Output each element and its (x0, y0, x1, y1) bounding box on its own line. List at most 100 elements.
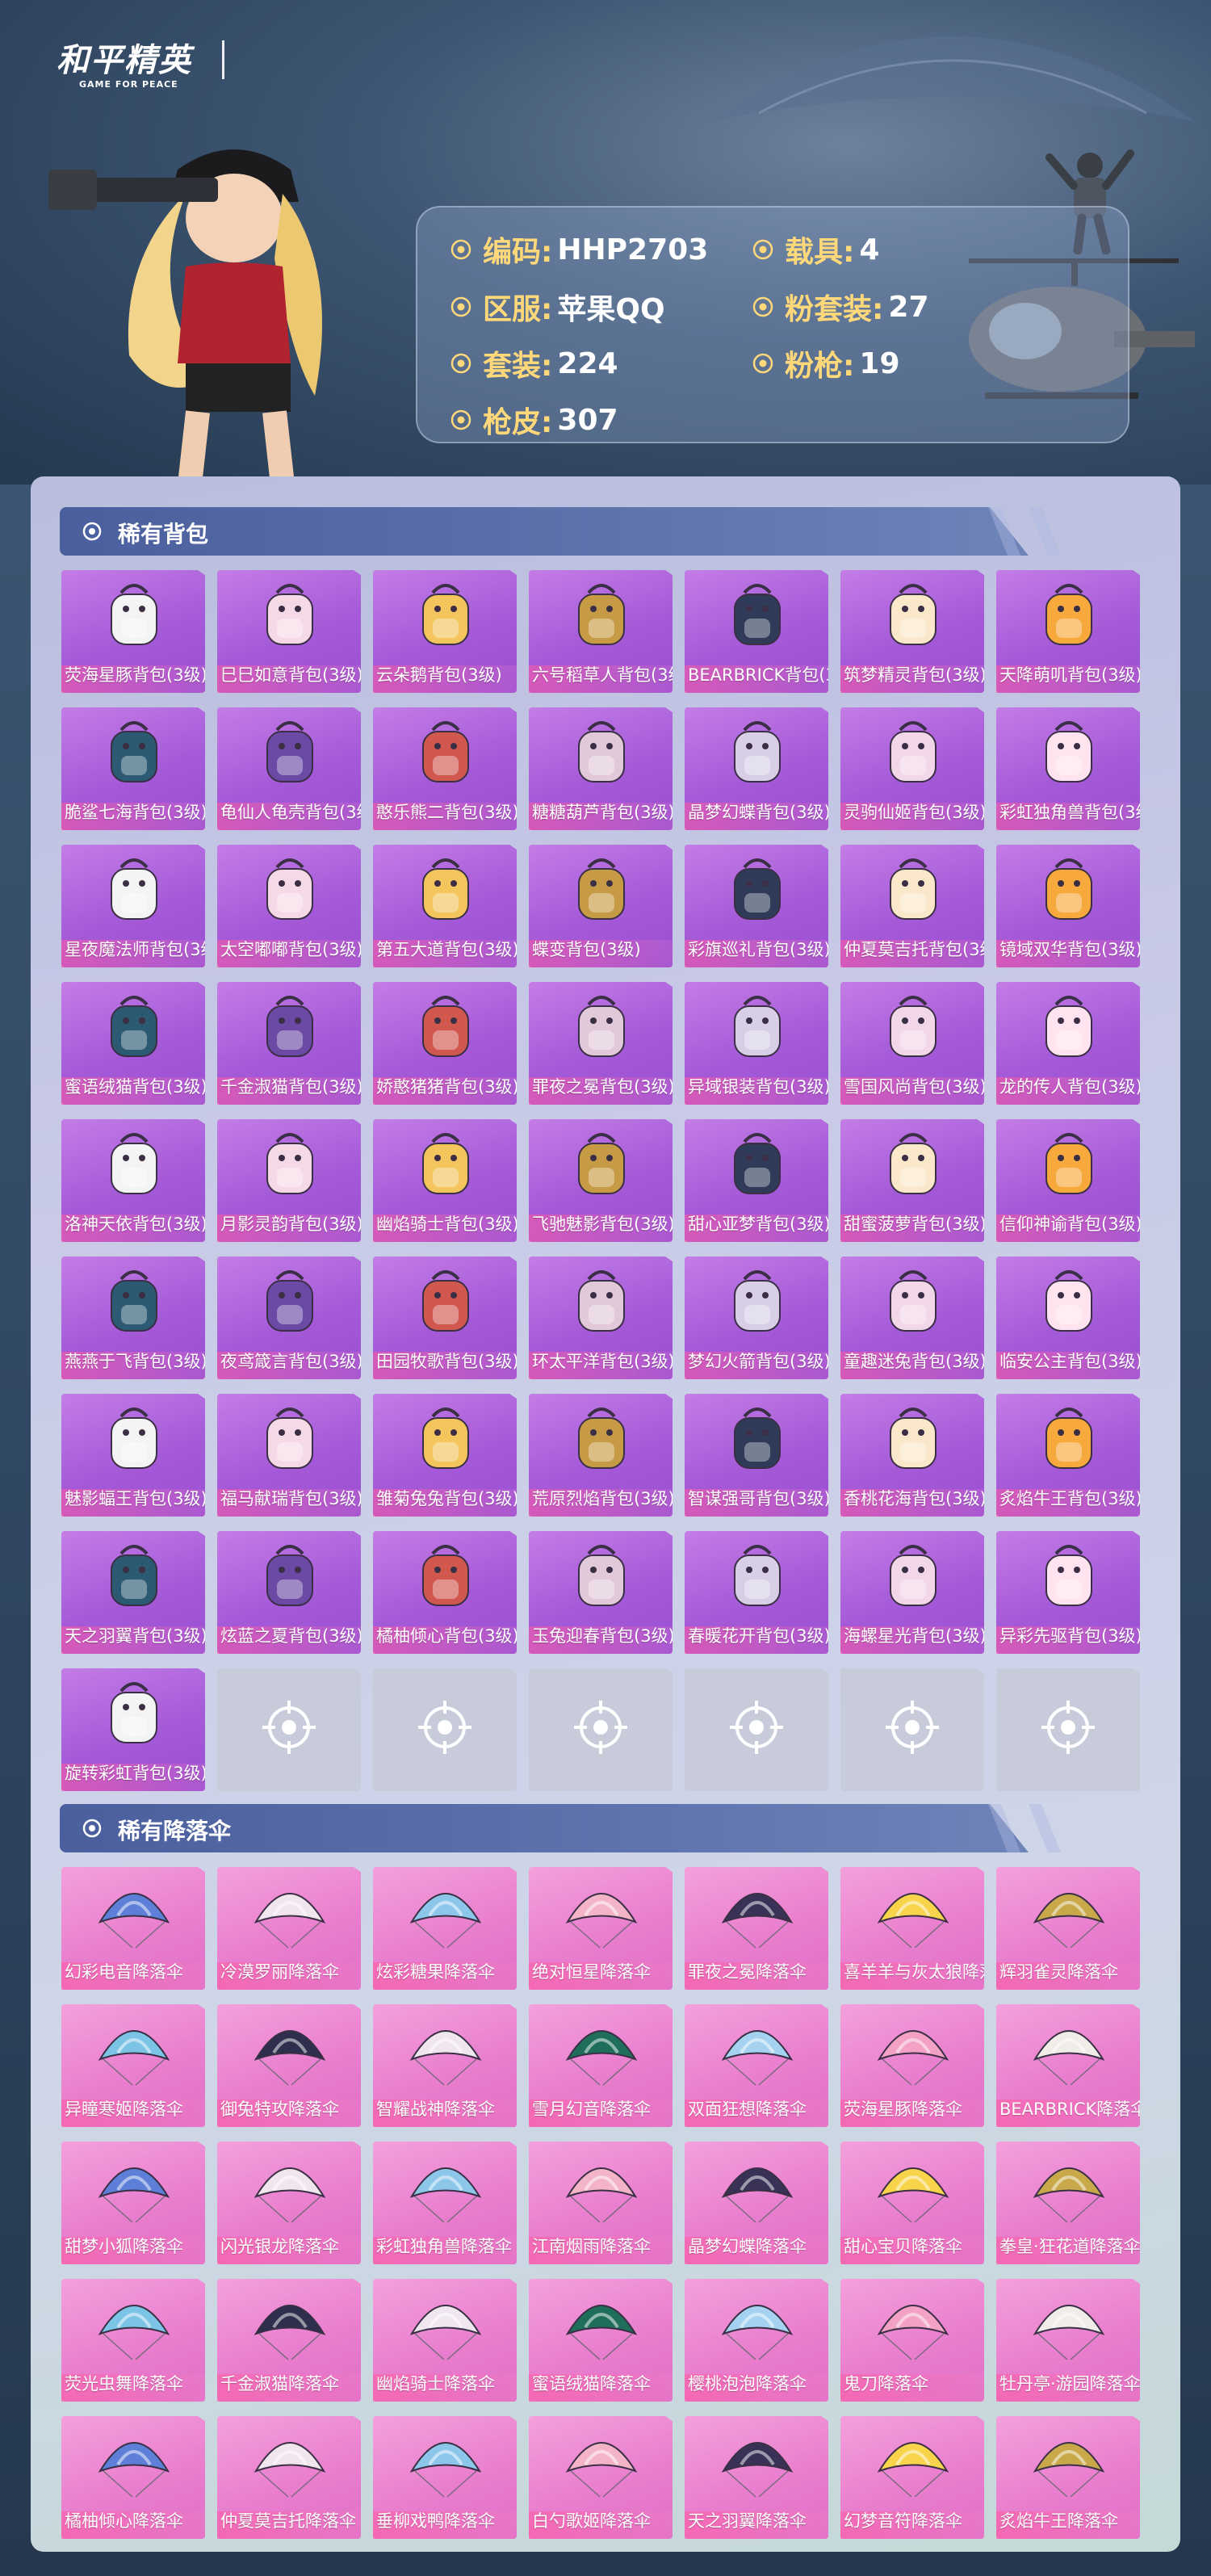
backpack-item[interactable]: 春暖花开背包(3级) (685, 1531, 828, 1654)
backpack-item[interactable]: 晶梦幻蝶背包(3级) (685, 707, 828, 830)
backpack-item[interactable]: 六号稻草人背包(3级) (529, 570, 673, 693)
parachute-item[interactable]: 牡丹亭·游园降落伞 (996, 2279, 1140, 2402)
backpack-item[interactable]: 天降萌叽背包(3级) (996, 570, 1140, 693)
parachute-item[interactable]: 仲夏莫吉托降落伞 (217, 2416, 361, 2539)
parachute-item[interactable]: 智耀战神降落伞 (373, 2004, 517, 2127)
backpack-item[interactable]: 炙焰牛王背包(3级) (996, 1394, 1140, 1517)
backpack-item[interactable]: 环太平洋背包(3级) (529, 1257, 673, 1379)
backpack-item[interactable]: 夜鸢箴言背包(3级) (217, 1257, 361, 1379)
backpack-item[interactable]: BEARBRICK背包(3级) (685, 570, 828, 693)
backpack-item[interactable]: 彩虹独角兽背包(3级) (996, 707, 1140, 830)
parachute-item[interactable]: 幻梦音符降落伞 (840, 2416, 984, 2539)
backpack-item[interactable]: 娇憨猪猪背包(3级) (373, 982, 517, 1105)
parachute-item[interactable]: 彩虹独角兽降落伞 (373, 2142, 517, 2264)
parachute-item[interactable]: 炫彩糖果降落伞 (373, 1867, 517, 1990)
parachute-item[interactable]: 双面狂想降落伞 (685, 2004, 828, 2127)
parachute-item[interactable]: 江南烟雨降落伞 (529, 2142, 673, 2264)
parachute-item[interactable]: 雪月幻音降落伞 (529, 2004, 673, 2127)
backpack-item[interactable]: 云朵鹅背包(3级) (373, 570, 517, 693)
backpack-item[interactable]: 脆鲨七海背包(3级) (61, 707, 205, 830)
backpack-item[interactable]: 智谋强哥背包(3级) (685, 1394, 828, 1517)
backpack-item[interactable]: 糖糖葫芦背包(3级) (529, 707, 673, 830)
backpack-item[interactable]: 童趣迷兔背包(3级) (840, 1257, 984, 1379)
backpack-item[interactable]: 彩旗巡礼背包(3级) (685, 845, 828, 967)
backpack-item[interactable]: 福马献瑞背包(3级) (217, 1394, 361, 1517)
parachute-item[interactable]: 炙焰牛王降落伞 (996, 2416, 1140, 2539)
backpack-item[interactable]: 蜜语绒猫背包(3级) (61, 982, 205, 1105)
backpack-item[interactable]: 洛神天依背包(3级) (61, 1119, 205, 1242)
parachute-item[interactable]: 冷漠罗丽降落伞 (217, 1867, 361, 1990)
parachute-item[interactable]: 蜜语绒猫降落伞 (529, 2279, 673, 2402)
backpack-item[interactable]: 炫蓝之夏背包(3级) (217, 1531, 361, 1654)
backpack-item[interactable]: 信仰神谕背包(3级) (996, 1119, 1140, 1242)
parachute-item[interactable]: 喜羊羊与灰太狼降落伞 (840, 1867, 984, 1990)
backpack-icon (111, 1270, 157, 1332)
backpack-item[interactable]: 仲夏莫吉托背包(3级) (840, 845, 984, 967)
crosshair-icon (886, 1701, 939, 1754)
backpack-item[interactable]: 橘柚倾心背包(3级) (373, 1531, 517, 1654)
parachute-item[interactable]: 樱桃泡泡降落伞 (685, 2279, 828, 2402)
backpack-item[interactable]: 临安公主背包(3级) (996, 1257, 1140, 1379)
parachute-item[interactable]: 白勺歌姬降落伞 (529, 2416, 673, 2539)
parachute-item[interactable]: 荧光虫舞降落伞 (61, 2279, 205, 2402)
backpack-item[interactable]: 异域银装背包(3级) (685, 982, 828, 1105)
backpack-item[interactable]: 荧海星豚背包(3级) (61, 570, 205, 693)
info-value: 224 (557, 346, 618, 380)
backpack-item[interactable]: 香桃花海背包(3级) (840, 1394, 984, 1517)
backpack-item[interactable]: 魅影蝠王背包(3级) (61, 1394, 205, 1517)
backpack-item[interactable]: 旋转彩虹背包(3级) (61, 1668, 205, 1791)
backpack-item[interactable]: 憨乐熊二背包(3级) (373, 707, 517, 830)
backpack-item[interactable]: 龙的传人背包(3级) (996, 982, 1140, 1105)
parachute-item[interactable]: 绝对恒星降落伞 (529, 1867, 673, 1990)
backpack-item[interactable]: 太空嘟嘟背包(3级) (217, 845, 361, 967)
parachute-item[interactable]: 千金淑猫降落伞 (217, 2279, 361, 2402)
backpack-item[interactable]: 天之羽翼背包(3级) (61, 1531, 205, 1654)
parachute-item[interactable]: 闪光银龙降落伞 (217, 2142, 361, 2264)
item-name: 鬼刀降落伞 (844, 2374, 928, 2393)
parachute-item[interactable]: 御兔特攻降落伞 (217, 2004, 361, 2127)
backpack-item[interactable]: 甜蜜菠萝背包(3级) (840, 1119, 984, 1242)
item-name: 荧海星豚降落伞 (844, 2100, 962, 2119)
backpack-item[interactable]: 灵驹仙姬背包(3级) (840, 707, 984, 830)
backpack-item[interactable]: 玉兔迎春背包(3级) (529, 1531, 673, 1654)
parachute-item[interactable]: 罪夜之冕降落伞 (685, 1867, 828, 1990)
backpack-item[interactable]: 梦幻火箭背包(3级) (685, 1257, 828, 1379)
backpack-item[interactable]: 荒原烈焰背包(3级) (529, 1394, 673, 1517)
parachute-item[interactable]: 垂柳戏鸭降落伞 (373, 2416, 517, 2539)
backpack-item[interactable]: 星夜魔法师背包(3级) (61, 845, 205, 967)
parachute-item[interactable]: 荧海星豚降落伞 (840, 2004, 984, 2127)
parachute-item[interactable]: 幻彩电音降落伞 (61, 1867, 205, 1990)
backpack-item[interactable]: 雪国风尚背包(3级) (840, 982, 984, 1105)
parachute-item[interactable]: 鬼刀降落伞 (840, 2279, 984, 2402)
backpack-item[interactable]: 月影灵韵背包(3级) (217, 1119, 361, 1242)
backpack-item[interactable]: 筑梦精灵背包(3级) (840, 570, 984, 693)
parachute-item[interactable]: 幽焰骑士降落伞 (373, 2279, 517, 2402)
backpack-item[interactable]: 田园牧歌背包(3级) (373, 1257, 517, 1379)
parachute-item[interactable]: 异瞳寒姬降落伞 (61, 2004, 205, 2127)
parachute-item[interactable]: 天之羽翼降落伞 (685, 2416, 828, 2539)
parachute-item[interactable]: 拳皇·狂花道降落伞 (996, 2142, 1140, 2264)
backpack-item[interactable]: 龟仙人龟壳背包(3级) (217, 707, 361, 830)
backpack-item[interactable]: 燕燕于飞背包(3级) (61, 1257, 205, 1379)
parachute-item[interactable]: 晶梦幻蝶降落伞 (685, 2142, 828, 2264)
backpack-item[interactable]: 甜心亚梦背包(3级) (685, 1119, 828, 1242)
backpack-icon (578, 858, 625, 920)
backpack-item[interactable]: 海螺星光背包(3级) (840, 1531, 984, 1654)
parachute-item[interactable]: BEARBRICK降落伞 (996, 2004, 1140, 2127)
backpack-item[interactable]: 千金淑猫背包(3级) (217, 982, 361, 1105)
parachute-item[interactable]: 橘柚倾心降落伞 (61, 2416, 205, 2539)
backpack-item[interactable]: 巳巳如意背包(3级) (217, 570, 361, 693)
backpack-item[interactable]: 飞驰魅影背包(3级) (529, 1119, 673, 1242)
backpack-item[interactable]: 异彩先驱背包(3级) (996, 1531, 1140, 1654)
backpack-item[interactable]: 罪夜之冕背包(3级) (529, 982, 673, 1105)
parachute-item[interactable]: 辉羽雀灵降落伞 (996, 1867, 1140, 1990)
backpack-item[interactable]: 幽焰骑士背包(3级) (373, 1119, 517, 1242)
parachute-item[interactable]: 甜梦小狐降落伞 (61, 2142, 205, 2264)
backpack-item[interactable]: 雏菊兔兔背包(3级) (373, 1394, 517, 1517)
crosshair-icon (418, 1701, 471, 1754)
backpack-item[interactable]: 镜域双华背包(3级) (996, 845, 1140, 967)
backpack-item[interactable]: 第五大道背包(3级) (373, 845, 517, 967)
parachute-item[interactable]: 甜心宝贝降落伞 (840, 2142, 984, 2264)
backpack-item[interactable]: 蝶变背包(3级) (529, 845, 673, 967)
backpack-icon (1045, 1408, 1092, 1469)
